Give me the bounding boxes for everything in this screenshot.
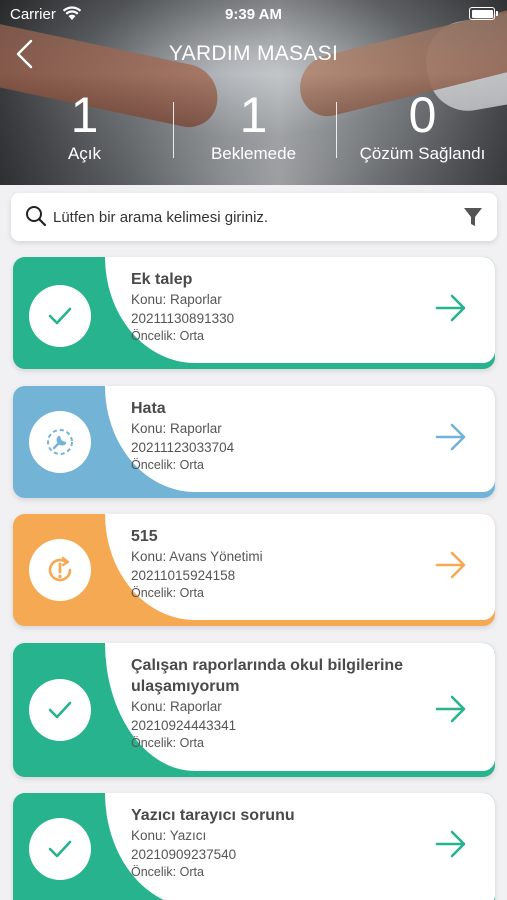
ticket-card[interactable]: Hata Konu: Raporlar 20211123033704 Öncel… [13, 386, 495, 498]
stat-pending-count: 1 [239, 87, 268, 143]
ticket-subject: Konu: Avans Yönetimi [131, 549, 263, 564]
status-bar: Carrier 9:39 AM [0, 0, 507, 28]
ticket-number: 20211130891330 [131, 311, 235, 326]
ticket-priority: Öncelik: Orta [131, 736, 204, 750]
ticket-priority: Öncelik: Orta [131, 329, 204, 343]
ticket-card[interactable]: Ek talep Konu: Raporlar 20211130891330 Ö… [13, 257, 495, 369]
ticket-priority: Öncelik: Orta [131, 865, 204, 879]
ticket-stats: 1 Açık 1 Beklemede 0 Çözüm Sağlandı [0, 88, 507, 178]
check-icon [29, 285, 91, 347]
ticket-title: Hata [131, 400, 166, 417]
filter-icon[interactable] [463, 206, 483, 233]
search-icon [25, 205, 47, 232]
stat-open-count: 1 [70, 87, 99, 143]
ticket-title: Ek talep [131, 271, 193, 288]
stat-resolved[interactable]: 0 Çözüm Sağlandı [338, 88, 507, 178]
stat-open[interactable]: 1 Açık [0, 88, 169, 178]
ticket-priority: Öncelik: Orta [131, 458, 204, 472]
ticket-title: Çalışan raporlarında okul bilgilerine ul… [131, 657, 404, 695]
stat-open-label: Açık [67, 144, 102, 163]
ticket-number: 20210909237540 [131, 847, 237, 862]
ticket-subject: Konu: Yazıcı [131, 828, 207, 843]
arrow-right-icon[interactable] [435, 829, 467, 864]
check-icon [29, 818, 91, 880]
page-title: YARDIM MASASI [168, 42, 339, 65]
stat-resolved-label: Çözüm Sağlandı [359, 144, 486, 163]
clock: 9:39 AM [225, 6, 282, 23]
search-bar [11, 193, 497, 241]
arrow-right-icon[interactable] [435, 293, 467, 328]
ticket-number: 20211123033704 [131, 440, 235, 455]
arrow-right-icon[interactable] [435, 694, 467, 729]
search-input[interactable] [53, 203, 443, 231]
alert-refresh-icon [29, 539, 91, 601]
ticket-subject: Konu: Raporlar [131, 292, 222, 307]
stat-divider [336, 102, 337, 158]
battery-icon [469, 7, 498, 20]
ticket-subject: Konu: Raporlar [131, 699, 222, 714]
wrench-icon [29, 411, 91, 473]
ticket-card[interactable]: 515 Konu: Avans Yönetimi 20211015924158 … [13, 514, 495, 626]
ticket-priority: Öncelik: Orta [131, 586, 204, 600]
ticket-card[interactable]: Yazıcı tarayıcı sorunu Konu: Yazıcı 2021… [13, 793, 495, 900]
ticket-number: 20210924443341 [131, 718, 237, 733]
stat-divider [173, 102, 174, 158]
ticket-subject: Konu: Raporlar [131, 421, 222, 436]
ticket-title: 515 [131, 528, 158, 545]
arrow-right-icon[interactable] [435, 422, 467, 457]
stat-resolved-count: 0 [408, 87, 437, 143]
ticket-card[interactable]: Çalışan raporlarında okul bilgilerine ul… [13, 643, 495, 777]
arrow-right-icon[interactable] [435, 550, 467, 585]
stat-pending[interactable]: 1 Beklemede [169, 88, 338, 178]
ticket-title: Yazıcı tarayıcı sorunu [131, 807, 295, 824]
stat-pending-label: Beklemede [210, 144, 297, 163]
check-icon [29, 679, 91, 741]
ticket-number: 20211015924158 [131, 568, 236, 583]
